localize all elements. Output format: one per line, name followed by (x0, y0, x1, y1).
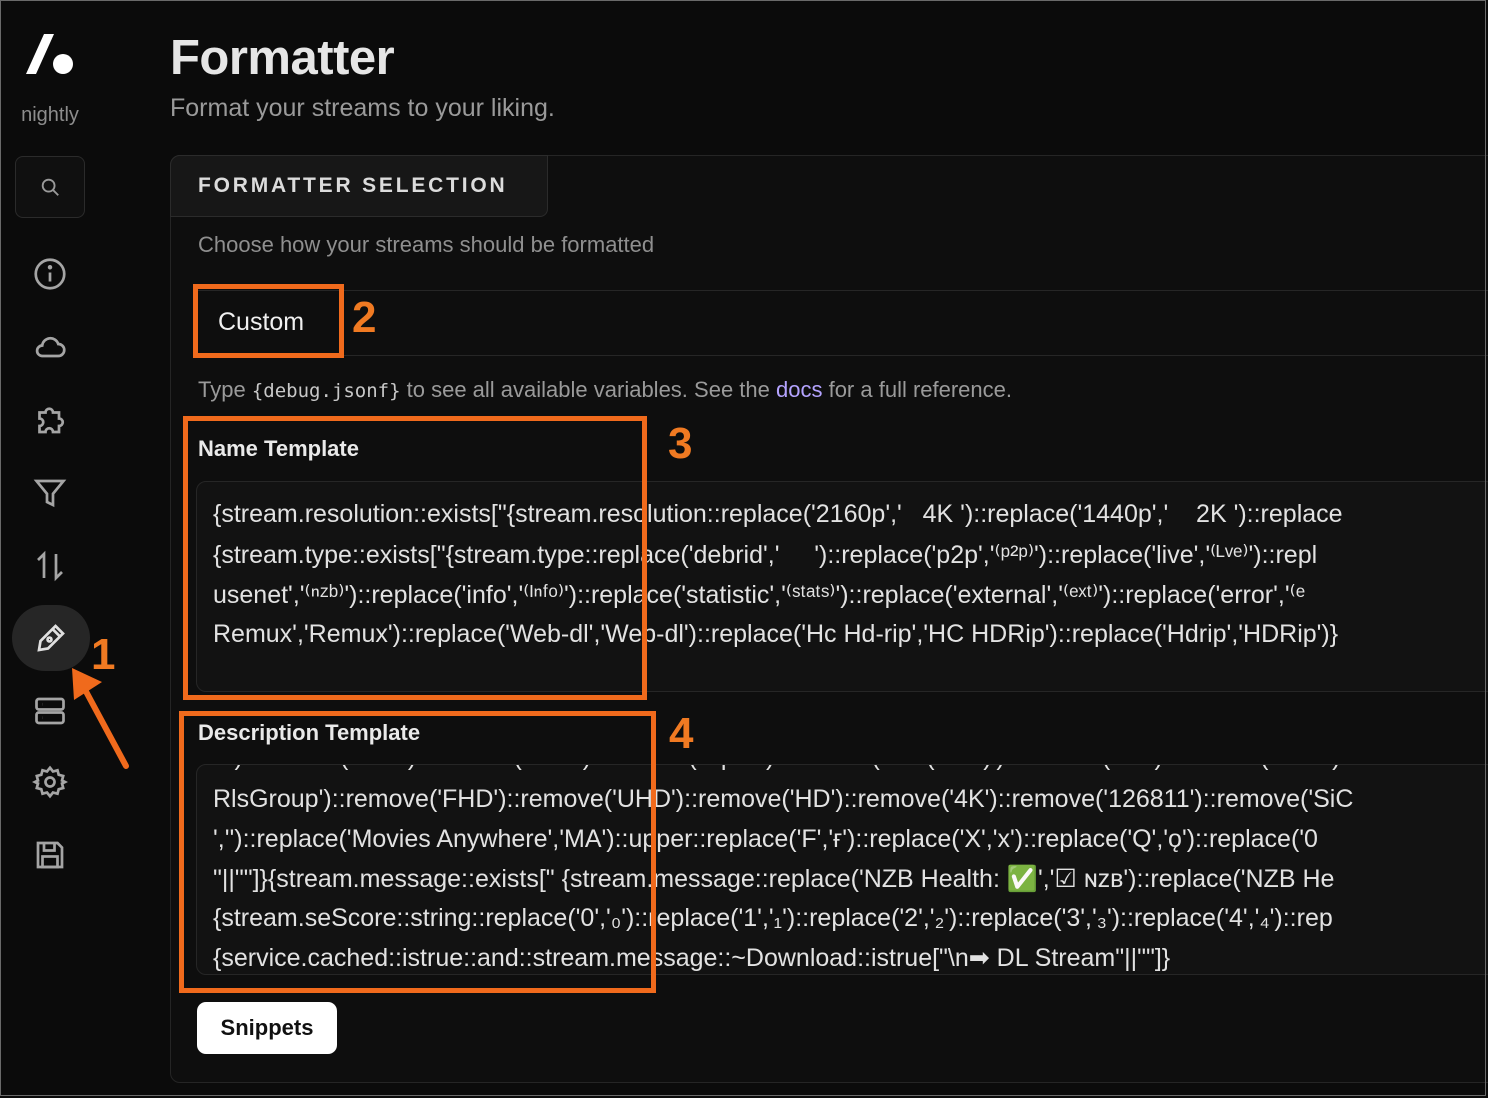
page-subtitle: Format your streams to your liking. (170, 94, 555, 122)
help-code: {debug.jsonf} (251, 380, 401, 402)
description-template-line: "||""]}{stream.message::exists[" {stream… (213, 865, 1335, 893)
snippets-button[interactable]: Snippets (197, 1002, 337, 1054)
name-template-label: Name Template (198, 436, 359, 461)
sidebar-item-about[interactable] (28, 252, 72, 296)
sidebar-search-button[interactable] (15, 156, 85, 218)
description-template-line: RlsGroup')::remove('FHD')::remove('UHD')… (213, 785, 1354, 813)
description-template-line: {stream.seScore::string::replace('0','₀'… (213, 904, 1333, 932)
name-template-textarea[interactable]: {stream.resolution::exists["{stream.reso… (196, 481, 1488, 692)
sort-icon (37, 550, 63, 582)
formatter-options-row (196, 290, 1488, 356)
annotation-label-3: 3 (668, 419, 693, 468)
formatter-option-custom[interactable]: Custom (200, 297, 334, 347)
sidebar: nightly (0, 0, 100, 1098)
section-description: Choose how your streams should be format… (198, 232, 655, 257)
description-template-line: ','')::replace('Movies Anywhere','MA')::… (213, 825, 1318, 853)
pen-icon (37, 624, 65, 652)
name-template-line: {stream.type::exists["{stream.type::repl… (213, 541, 1318, 569)
filter-icon (33, 479, 67, 508)
description-template-label: Description Template (198, 720, 421, 745)
sidebar-item-addons[interactable] (28, 398, 72, 442)
description-template-textarea[interactable]: X')::remove('DTS')::remove('AAC')::remov… (196, 764, 1488, 975)
puzzle-icon (38, 407, 65, 434)
name-template-line: {stream.resolution::exists["{stream.reso… (213, 500, 1343, 528)
help-middle: to see all available variables. See the (400, 377, 776, 402)
info-icon (34, 258, 66, 290)
help-suffix: for a full reference. (822, 377, 1013, 402)
app-logo[interactable] (24, 30, 76, 78)
page-title: Formatter (170, 31, 395, 85)
description-template-line: {service.cached::istrue::and::stream.mes… (213, 944, 1171, 972)
save-icon (36, 841, 64, 869)
annotation-label-2: 2 (352, 293, 377, 342)
help-prefix: Type (198, 377, 252, 402)
cloud-icon (35, 336, 66, 358)
brand-subtitle: nightly (21, 104, 79, 126)
sidebar-item-sorting[interactable] (28, 544, 72, 588)
name-template-line: usenet','⁽ⁿᶻᵇ⁾')::replace('info','⁽ᴵⁿᶠᵒ⁾… (213, 581, 1306, 609)
sidebar-item-services[interactable] (28, 325, 72, 369)
sidebar-item-save-install[interactable] (28, 833, 72, 877)
search-icon (41, 178, 59, 196)
description-template-line: X')::remove('DTS')::remove('AAC')::remov… (213, 765, 1340, 772)
docs-link[interactable]: docs (776, 377, 822, 402)
help-text: Type {debug.jsonf} to see all available … (198, 377, 1012, 403)
sidebar-item-filters[interactable] (28, 471, 72, 515)
section-tab-formatter-selection: FORMATTER SELECTION (170, 155, 548, 217)
annotation-arrow-icon (72, 668, 129, 769)
name-template-line: Remux','Remux')::replace('Web-dl','Web-d… (213, 620, 1339, 648)
annotation-label-4: 4 (669, 709, 694, 758)
